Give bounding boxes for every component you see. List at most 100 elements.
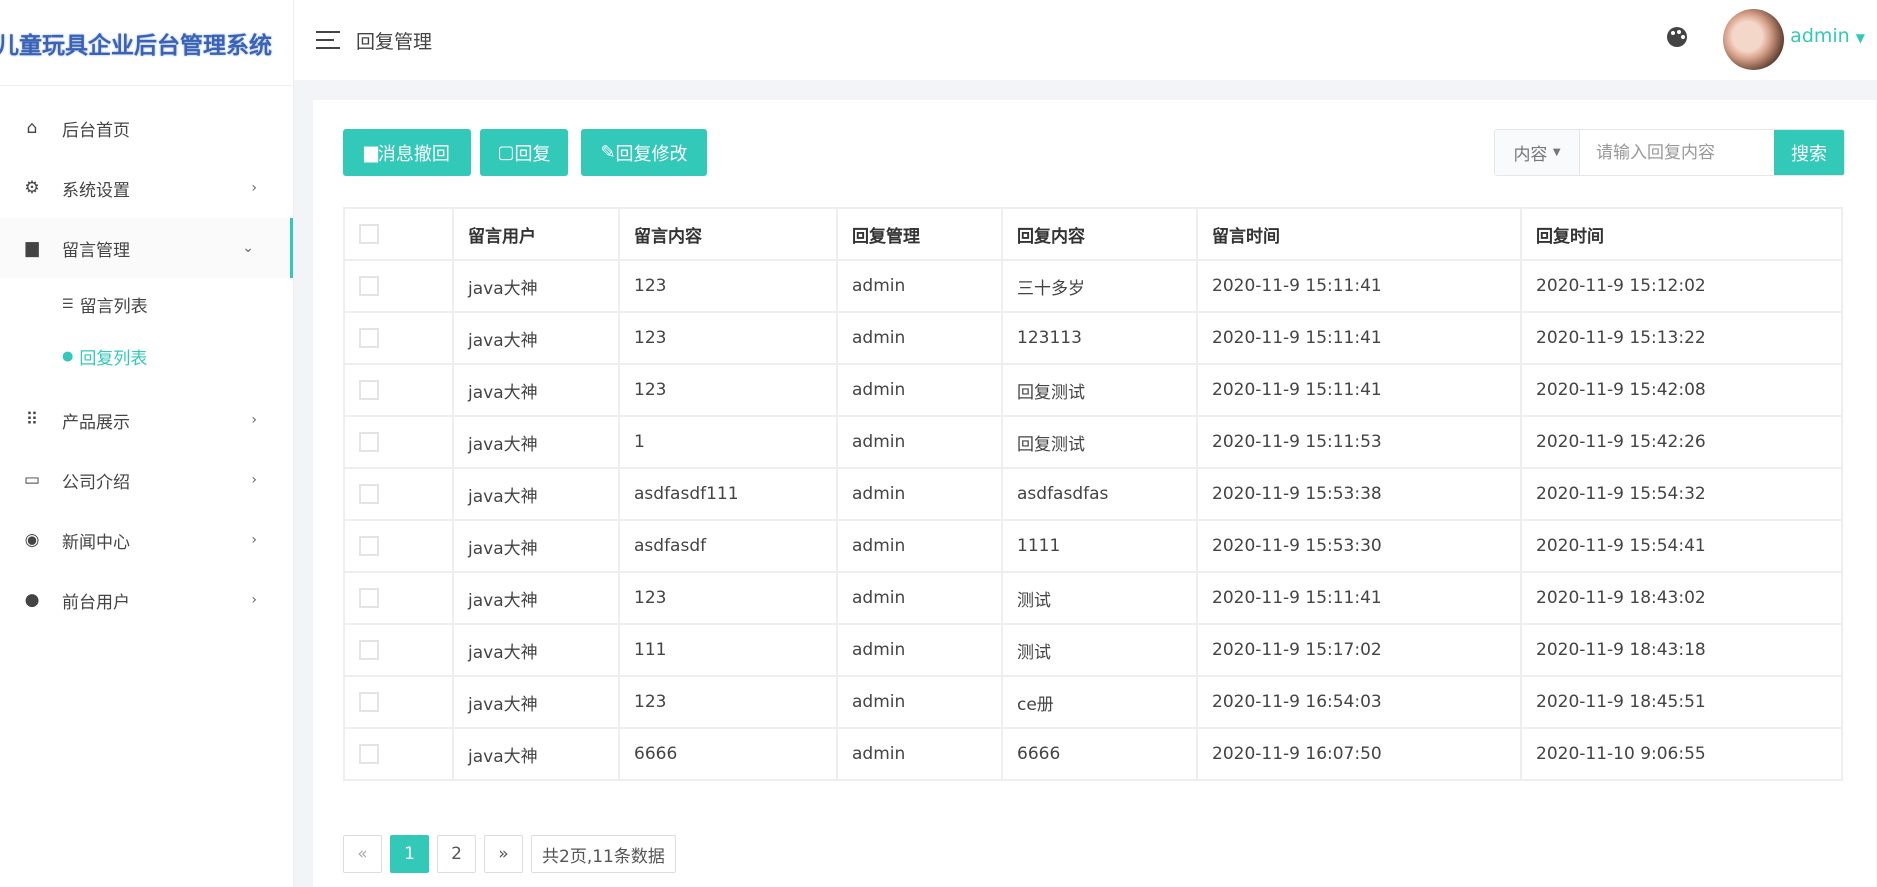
user-icon: ●	[62, 348, 74, 364]
column-header: 回复时间	[1520, 207, 1843, 261]
table-cell: 2020-11-9 15:11:41	[1196, 311, 1522, 365]
gear-icon: ⚙	[24, 178, 40, 198]
table-cell: asdfasdf	[618, 519, 838, 573]
sidebar-sub-reply-list[interactable]: ● 回复列表	[0, 330, 293, 382]
table-row[interactable]: java大神 123 admin 123113 2020-11-9 15:11:41 20…	[343, 311, 1843, 365]
home-icon: ⌂	[26, 118, 38, 138]
row-select-cell	[343, 259, 454, 313]
table-row[interactable]: java大神 123 admin 回复测试 2020-11-9 15:11:41 2020…	[343, 363, 1843, 417]
reply-button[interactable]: ▢ 回复	[480, 129, 568, 176]
search-button[interactable]: 搜索	[1774, 130, 1844, 175]
table-cell: 123	[618, 571, 838, 625]
table-row[interactable]: java大神 6666 admin 6666 2020-11-9 16:07:50 202…	[343, 727, 1843, 781]
row-select-cell	[343, 363, 454, 417]
row-select-cell	[343, 623, 454, 677]
search-input[interactable]	[1580, 130, 1774, 175]
row-checkbox[interactable]	[359, 276, 379, 296]
table-cell: 回复测试	[1001, 415, 1198, 469]
table-cell: java大神	[452, 519, 620, 573]
row-checkbox[interactable]	[359, 432, 379, 452]
row-checkbox[interactable]	[359, 744, 379, 764]
chevron-right-icon: ›	[251, 532, 257, 548]
table-cell: 1	[618, 415, 838, 469]
table-cell: java大神	[452, 415, 620, 469]
label: 后台首页	[62, 120, 130, 141]
select-all-checkbox[interactable]	[359, 224, 379, 244]
sidebar-item-home[interactable]: ⌂ 后台首页	[0, 98, 293, 158]
table-cell: java大神	[452, 623, 620, 677]
recall-button[interactable]: ▆ 消息撤回	[343, 129, 471, 176]
sidebar-item-products[interactable]: ⠿ 产品展示 ›	[0, 390, 293, 450]
table-cell: 123	[618, 363, 838, 417]
palette-icon[interactable]	[1667, 27, 1687, 47]
table-cell: admin	[836, 363, 1003, 417]
table-cell: java大神	[452, 467, 620, 521]
sidebar-item-messages[interactable]: ▆ 留言管理 ⌄	[0, 218, 293, 278]
chevron-down-icon: ⌄	[242, 240, 254, 256]
row-checkbox[interactable]	[359, 484, 379, 504]
news-icon: ◉	[24, 530, 40, 550]
table-cell: 2020-11-9 18:43:18	[1520, 623, 1843, 677]
sidebar-item-settings[interactable]: ⚙ 系统设置 ›	[0, 158, 293, 218]
avatar[interactable]	[1723, 9, 1784, 70]
table-row[interactable]: java大神 asdfasdf admin 1111 2020-11-9 15:53:3…	[343, 519, 1843, 573]
row-checkbox[interactable]	[359, 536, 379, 556]
column-header: 留言用户	[452, 207, 620, 261]
comment-icon: ▆	[364, 142, 378, 163]
label: 产品展示	[62, 412, 130, 433]
table-cell: 2020-11-9 18:43:02	[1520, 571, 1843, 625]
row-checkbox[interactable]	[359, 380, 379, 400]
label: 内容	[1513, 145, 1548, 165]
reply-table: 留言用户 留言内容 回复管理 回复内容 留言时间 回复时间 java大神 123 a…	[343, 207, 1843, 781]
table-cell: 2020-11-9 15:13:22	[1520, 311, 1843, 365]
table-row[interactable]: java大神 123 admin 三十多岁 2020-11-9 15:11:41 2020…	[343, 259, 1843, 313]
label: 消息撤回	[377, 143, 450, 165]
table-row[interactable]: java大神 1 admin 回复测试 2020-11-9 15:11:53 2020-1…	[343, 415, 1843, 469]
caret-down-icon: ▼	[1552, 147, 1561, 158]
sidebar-item-users[interactable]: ● 前台用户 ›	[0, 570, 293, 630]
table-cell: 123113	[1001, 311, 1198, 365]
row-checkbox[interactable]	[359, 328, 379, 348]
select-all-cell	[343, 207, 454, 261]
pagination-summary: 共2页,11条数据	[531, 835, 676, 873]
row-checkbox[interactable]	[359, 692, 379, 712]
table-cell: java大神	[452, 727, 620, 781]
table-row[interactable]: java大神 asdfasdf111 admin asdfasdfas 2020-11-…	[343, 467, 1843, 521]
table-cell: ce册	[1001, 675, 1198, 729]
table-cell: java大神	[452, 363, 620, 417]
table-cell: 测试	[1001, 623, 1198, 677]
table-cell: 2020-11-9 15:12:02	[1520, 259, 1843, 313]
table-row[interactable]: java大神 123 admin 测试 2020-11-9 15:11:41 2020-1…	[343, 571, 1843, 625]
app-logo: 儿童玩具企业后台管理系统	[0, 0, 293, 86]
column-header: 回复内容	[1001, 207, 1198, 261]
table-header-row: 留言用户 留言内容 回复管理 回复内容 留言时间 回复时间	[343, 207, 1843, 261]
row-checkbox[interactable]	[359, 588, 379, 608]
table-row[interactable]: java大神 111 admin 测试 2020-11-9 15:17:02 2020-1…	[343, 623, 1843, 677]
label: 回复	[514, 143, 551, 165]
table-cell: 6666	[1001, 727, 1198, 781]
table-row[interactable]: java大神 123 admin ce册 2020-11-9 16:54:03 2020-…	[343, 675, 1843, 729]
row-checkbox[interactable]	[359, 640, 379, 660]
page-title: 回复管理	[356, 30, 433, 53]
label: 留言列表	[79, 296, 148, 317]
prev-page-button[interactable]: «	[343, 835, 382, 873]
page-2-button[interactable]: 2	[437, 835, 476, 873]
user-icon: ●	[24, 590, 40, 610]
sidebar-sub-message-list[interactable]: ☰ 留言列表	[0, 278, 293, 330]
menu-toggle-icon[interactable]	[316, 31, 340, 49]
edit-reply-button[interactable]: ✎ 回复修改	[581, 129, 707, 176]
search-field-select[interactable]: 内容 ▼	[1495, 130, 1580, 175]
table-cell: 三十多岁	[1001, 259, 1198, 313]
table-cell: 2020-11-9 15:11:41	[1196, 363, 1522, 417]
label: 公司介绍	[62, 472, 130, 493]
table-cell: 123	[618, 675, 838, 729]
sidebar-item-news[interactable]: ◉ 新闻中心 ›	[0, 510, 293, 570]
next-page-button[interactable]: »	[484, 835, 523, 873]
column-header: 回复管理	[836, 207, 1003, 261]
table-cell: admin	[836, 623, 1003, 677]
user-menu[interactable]: admin ▼	[1790, 25, 1865, 47]
table-cell: 2020-11-9 18:45:51	[1520, 675, 1843, 729]
label: 回复修改	[615, 143, 688, 165]
page-1-button[interactable]: 1	[390, 835, 429, 873]
sidebar-item-company[interactable]: ▭ 公司介绍 ›	[0, 450, 293, 510]
